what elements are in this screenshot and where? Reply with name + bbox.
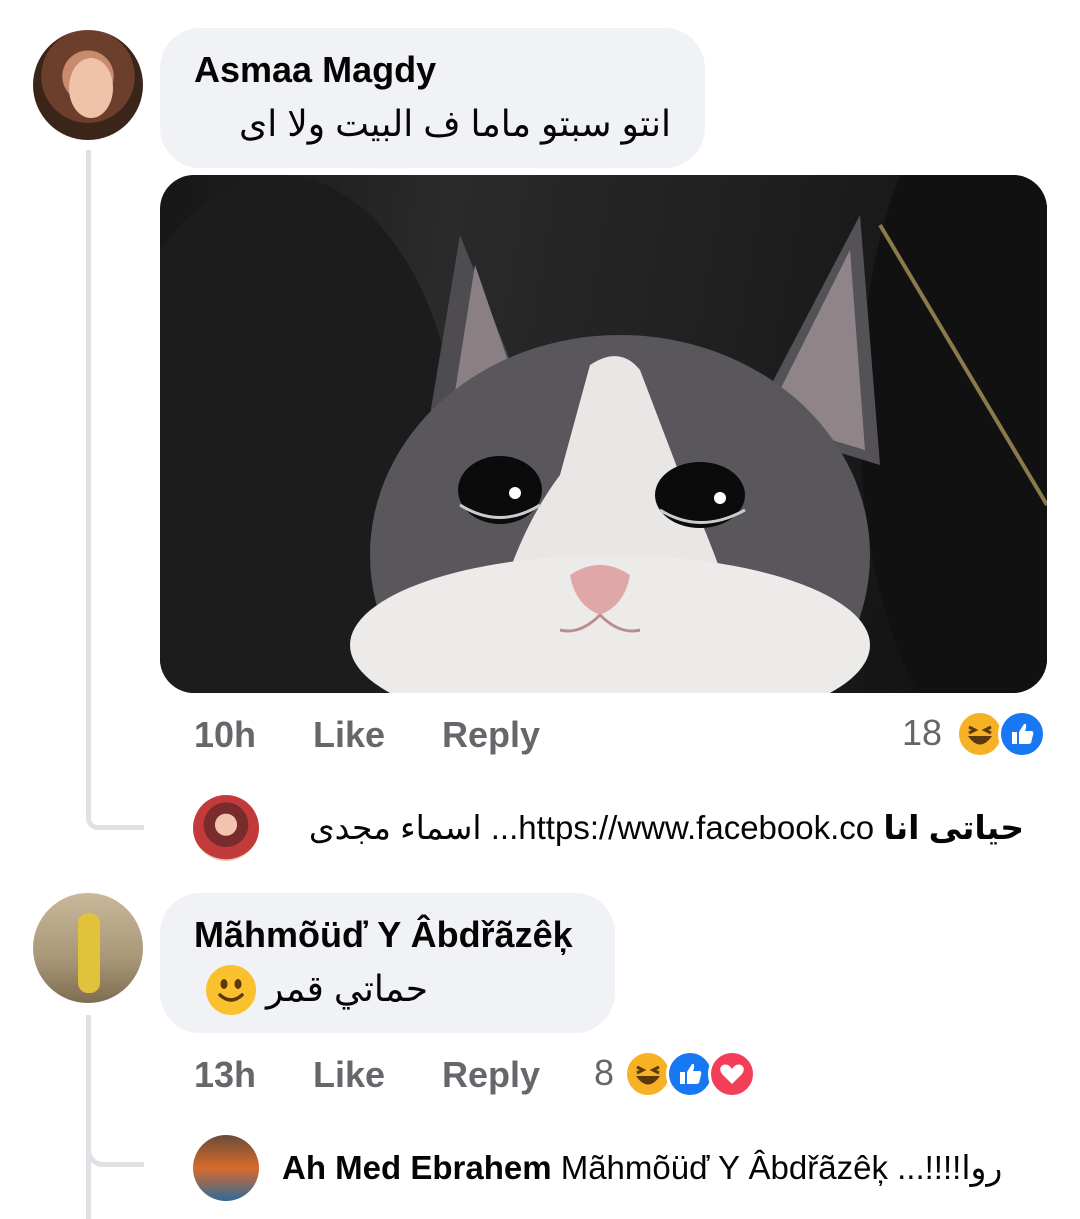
- haha-icon: [624, 1050, 672, 1098]
- reply-preview[interactable]: حياتى انا https://www.facebook.co... اسم…: [309, 808, 1024, 848]
- comment-image[interactable]: [160, 175, 1047, 693]
- reply-button[interactable]: Reply: [442, 715, 540, 755]
- comment-author[interactable]: Mãhmõüď Y Âbdřãzêķ: [194, 915, 573, 955]
- avatar-face: [69, 58, 113, 118]
- comment-bubble[interactable]: Mãhmõüď Y Âbdřãzêķ حماتي قمر: [160, 893, 615, 1033]
- reply-avatar[interactable]: [193, 1135, 259, 1201]
- like-button[interactable]: Like: [313, 1055, 385, 1095]
- reaction-count: 8: [594, 1052, 615, 1093]
- reaction-count: 18: [902, 712, 943, 753]
- reply-text: Mãhmõüď Y Âbdřãzêķ ...!!!!روا: [560, 1149, 1003, 1186]
- thread-line: [86, 1015, 91, 1219]
- avatar-figure: [78, 913, 100, 993]
- reply-button[interactable]: Reply: [442, 1055, 540, 1095]
- reply-preview[interactable]: Ah Med Ebrahem Mãhmõüď Y Âbdřãzêķ ...!!!…: [282, 1148, 1002, 1188]
- thread-connector: [86, 1150, 144, 1167]
- reply-author: حياتى انا: [883, 809, 1024, 846]
- thread-line: [86, 150, 91, 820]
- reaction-summary[interactable]: 8: [594, 1048, 764, 1098]
- reply-author: Ah Med Ebrahem: [282, 1149, 552, 1186]
- reaction-summary[interactable]: 18: [902, 708, 1047, 758]
- avatar[interactable]: [33, 30, 143, 140]
- comment-bubble[interactable]: Asmaa Magdy انتو سبتو ماما ف البيت ولا ا…: [160, 28, 705, 168]
- reply-avatar[interactable]: [193, 795, 259, 861]
- love-icon: [708, 1050, 756, 1098]
- comment-text: حماتي قمر: [266, 968, 428, 1009]
- thread-connector: [86, 818, 144, 830]
- slightly-smiling-face-icon: [206, 965, 256, 1015]
- reply-text: https://www.facebook.co... اسماء مجدى: [308, 809, 875, 846]
- comment-time[interactable]: 13h: [194, 1055, 256, 1095]
- comment-text: انتو سبتو ماما ف البيت ولا اى: [239, 103, 671, 144]
- avatar[interactable]: [33, 893, 143, 1003]
- crying-cat-image: [160, 175, 1047, 693]
- like-button[interactable]: Like: [313, 715, 385, 755]
- comment-author[interactable]: Asmaa Magdy: [194, 50, 436, 90]
- comment-time[interactable]: 10h: [194, 715, 256, 755]
- haha-icon: [956, 710, 1004, 758]
- like-icon: [666, 1050, 714, 1098]
- like-icon: [998, 710, 1046, 758]
